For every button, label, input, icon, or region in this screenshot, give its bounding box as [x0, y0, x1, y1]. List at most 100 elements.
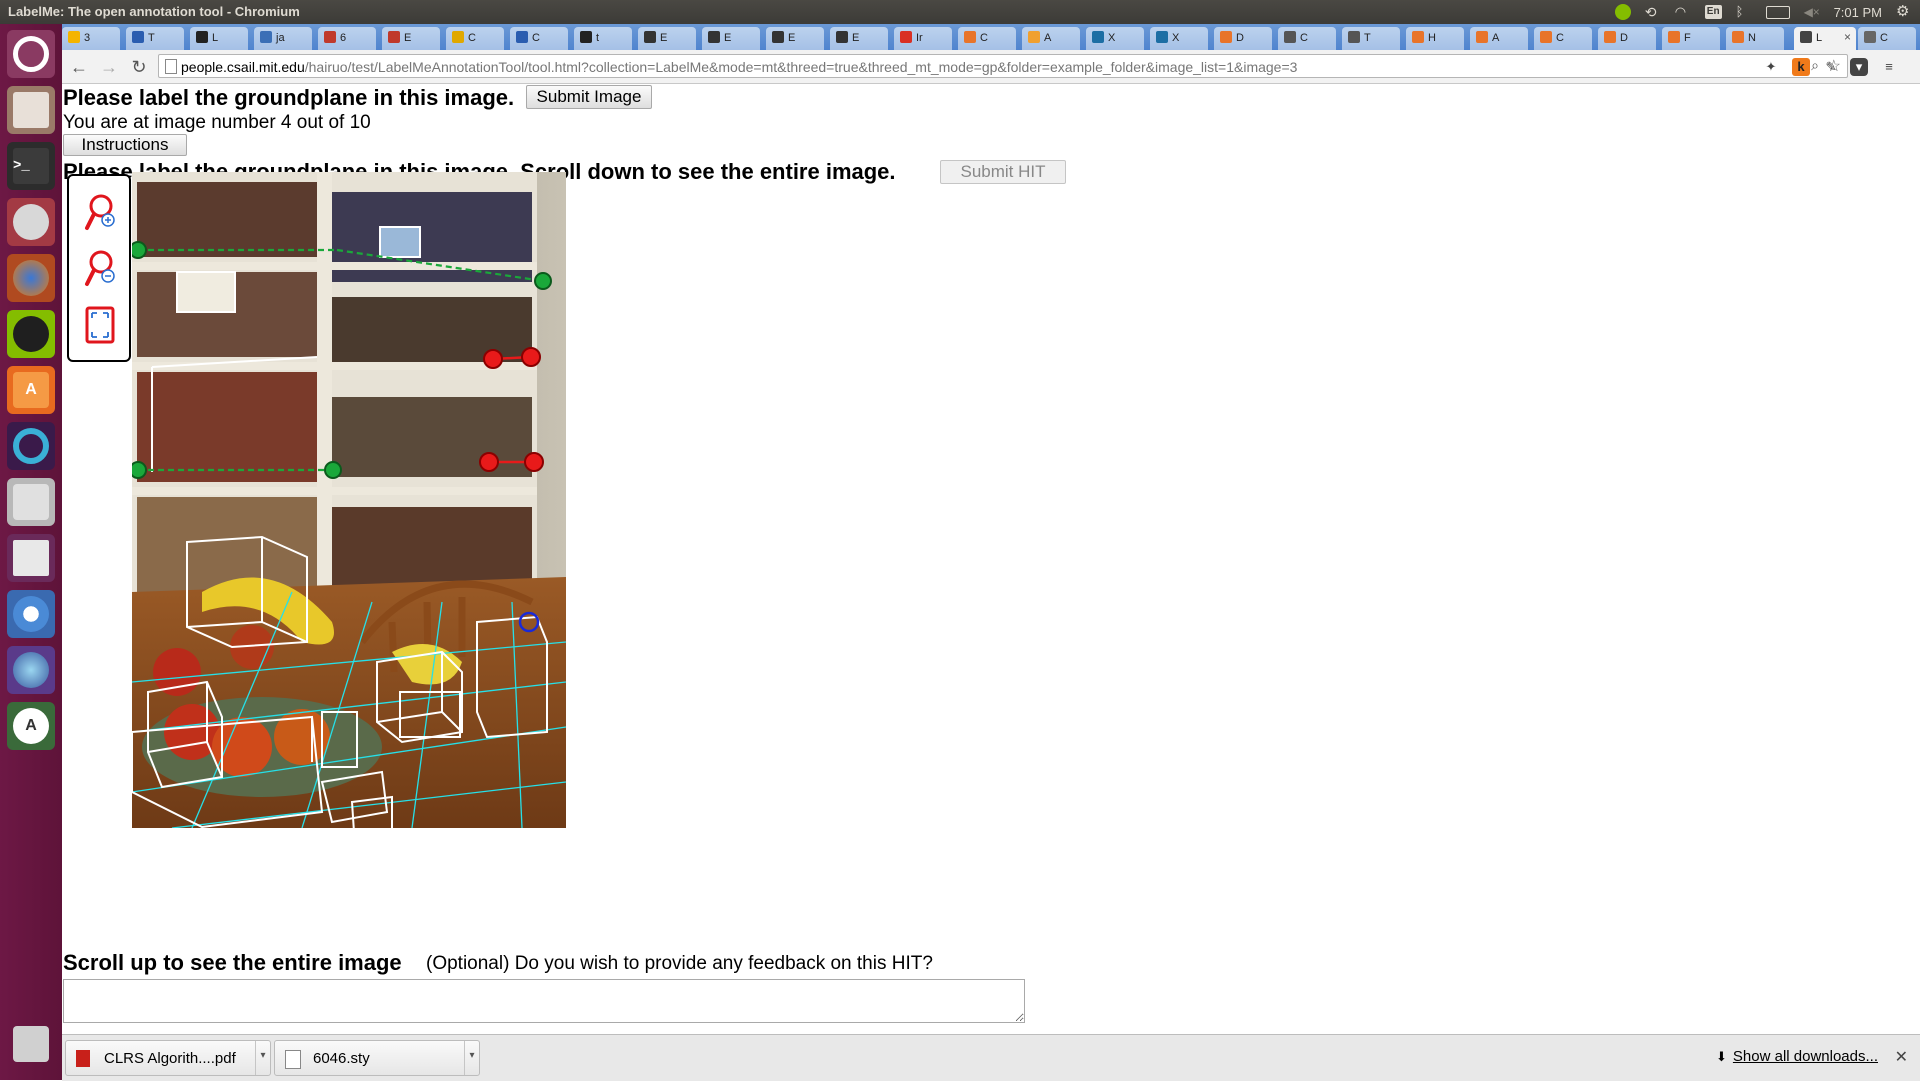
battery-icon[interactable]: [1765, 5, 1790, 19]
update-manager-icon[interactable]: A: [7, 702, 55, 750]
tab-label: ja: [276, 32, 285, 44]
system-settings-icon[interactable]: [7, 198, 55, 246]
pen-extension-icon[interactable]: ✎: [1822, 58, 1840, 76]
browser-tab[interactable]: A: [1022, 27, 1080, 50]
tab-label: Ir: [916, 32, 923, 44]
clock[interactable]: 7:01 PM: [1834, 5, 1882, 20]
google-drive-icon: [68, 31, 80, 43]
browser-tab[interactable]: E: [766, 27, 824, 50]
spotify-icon[interactable]: [7, 310, 55, 358]
browser-tab[interactable]: ja: [254, 27, 312, 50]
keep-extension-icon[interactable]: k: [1792, 58, 1810, 76]
matlab-icon: [1732, 31, 1744, 43]
browser-tab[interactable]: H: [1406, 27, 1464, 50]
software-center-icon[interactable]: A: [7, 366, 55, 414]
zoom-icon[interactable]: ⌕: [1811, 57, 1819, 74]
wiki-icon: [1348, 31, 1360, 43]
text-editor-icon[interactable]: [7, 534, 55, 582]
shield-icon: [260, 31, 272, 43]
browser-tab[interactable]: C: [510, 27, 568, 50]
close-icon[interactable]: ✕: [1895, 1047, 1908, 1067]
browser-tab[interactable]: T: [126, 27, 184, 50]
submit-image-button[interactable]: Submit Image: [526, 85, 652, 109]
submit-hit-button[interactable]: Submit HIT: [940, 160, 1066, 184]
volume-icon[interactable]: ◀×: [1804, 4, 1820, 20]
download-arrow-icon: ⬇: [1716, 1049, 1727, 1064]
back-button[interactable]: ←: [68, 56, 90, 78]
tab-label: C: [468, 32, 476, 44]
shutter-icon[interactable]: [7, 646, 55, 694]
photo-frame-right: [379, 226, 421, 258]
keyboard-layout-indicator[interactable]: En: [1704, 5, 1722, 19]
browser-tab[interactable]: C: [1858, 27, 1916, 50]
browser-tab[interactable]: T: [1342, 27, 1400, 50]
zoom-out-icon[interactable]: [83, 248, 117, 290]
browser-tab[interactable]: E: [382, 27, 440, 50]
tab-label: H: [1428, 32, 1436, 44]
tab-label: C: [980, 32, 988, 44]
browser-tab[interactable]: N: [1726, 27, 1784, 50]
browser-tab[interactable]: L: [190, 27, 248, 50]
matlab-icon: [1540, 31, 1552, 43]
browser-tab[interactable]: E: [638, 27, 696, 50]
zoom-in-icon[interactable]: [83, 192, 117, 234]
top-panel: LabelMe: The open annotation tool - Chro…: [0, 0, 1920, 24]
chevron-down-icon[interactable]: ▾: [255, 1041, 270, 1075]
annotation-image[interactable]: [132, 172, 566, 828]
show-all-downloads-link[interactable]: ⬇ Show all downloads...: [1716, 1048, 1878, 1065]
browser-tab[interactable]: X: [1086, 27, 1144, 50]
forward-button[interactable]: →: [98, 56, 120, 78]
instructions-button[interactable]: Instructions: [63, 134, 187, 156]
close-tab-icon[interactable]: ×: [1844, 30, 1851, 44]
browser-tab[interactable]: C: [958, 27, 1016, 50]
progress-text: You are at image number 4 out of 10: [63, 112, 371, 133]
address-bar[interactable]: people.csail.mit.edu/hairuo/test/LabelMe…: [158, 54, 1848, 78]
spotify-tray-icon[interactable]: [1614, 4, 1631, 20]
chromium-icon[interactable]: [7, 590, 55, 638]
bluetooth-icon[interactable]: ᛒ: [1736, 4, 1752, 20]
download-item[interactable]: 6046.sty ▾: [274, 1040, 480, 1076]
fit-to-screen-icon[interactable]: [83, 304, 117, 346]
browser-tab[interactable]: t: [574, 27, 632, 50]
files-icon[interactable]: [7, 86, 55, 134]
browser-tab[interactable]: C: [446, 27, 504, 50]
extension-puzzle-icon[interactable]: ✦: [1762, 58, 1780, 76]
gear-icon[interactable]: ⚙: [1896, 4, 1912, 20]
pocket-icon[interactable]: ▾: [1850, 58, 1868, 76]
browser-tab[interactable]: E: [702, 27, 760, 50]
downloads-bar: CLRS Algorith....pdf ▾ 6046.sty ▾ ⬇ Show …: [62, 1034, 1920, 1081]
browser-tab[interactable]: L ×: [1794, 27, 1856, 50]
github-icon: [196, 31, 208, 43]
menu-icon[interactable]: ≡: [1880, 58, 1898, 76]
reload-button[interactable]: ↻: [128, 56, 150, 78]
unity-control-icon[interactable]: [7, 422, 55, 470]
chevron-down-icon[interactable]: ▾: [464, 1041, 479, 1075]
browser-tab[interactable]: D: [1598, 27, 1656, 50]
matlab-icon: [324, 31, 336, 43]
drive-icon[interactable]: [7, 478, 55, 526]
browser-tab[interactable]: C: [1534, 27, 1592, 50]
firefox-icon[interactable]: [7, 254, 55, 302]
page-icon: [165, 59, 177, 74]
table-surface: [132, 577, 566, 828]
trash-icon[interactable]: [7, 1020, 55, 1068]
browser-tab[interactable]: D: [1214, 27, 1272, 50]
browser-tab[interactable]: Ir: [894, 27, 952, 50]
browser-tab[interactable]: C: [1278, 27, 1336, 50]
sync-icon[interactable]: ⟲: [1645, 4, 1661, 20]
feedback-textarea[interactable]: [63, 979, 1025, 1023]
tab-label: E: [852, 32, 860, 44]
browser-tab[interactable]: X: [1150, 27, 1208, 50]
browser-tab[interactable]: 6: [318, 27, 376, 50]
download-item[interactable]: CLRS Algorith....pdf ▾: [65, 1040, 271, 1076]
browser-tab[interactable]: E: [830, 27, 888, 50]
matlab-icon: [1412, 31, 1424, 43]
browser-tab[interactable]: F: [1662, 27, 1720, 50]
terminal-icon[interactable]: >_: [7, 142, 55, 190]
browser-tab[interactable]: 3: [62, 27, 120, 50]
tab-label: L: [212, 32, 219, 44]
wifi-icon[interactable]: ◠: [1675, 4, 1691, 20]
feedback-prompt: (Optional) Do you wish to provide any fe…: [426, 953, 933, 974]
ubuntu-dash-icon[interactable]: [7, 30, 55, 78]
browser-tab[interactable]: A: [1470, 27, 1528, 50]
